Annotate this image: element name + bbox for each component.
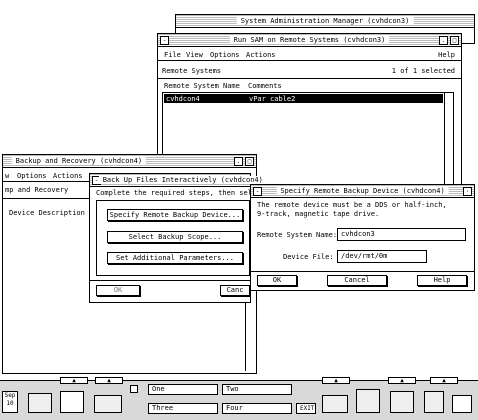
remote-menubar: File View Options Actions Help xyxy=(158,48,461,61)
calendar-icon[interactable]: Sep 10 xyxy=(2,391,18,413)
subpanel-arrow-icon[interactable]: ▲ xyxy=(95,377,123,384)
subpanel-arrow-icon[interactable]: ▲ xyxy=(322,377,350,384)
backup-heading: mp and Recovery xyxy=(5,186,69,194)
device-file-field[interactable]: /dev/rmt/0m xyxy=(337,250,427,263)
column-device-description: Device Description xyxy=(9,209,85,217)
workspace-one[interactable]: One xyxy=(148,384,218,395)
maximize-icon[interactable]: □ xyxy=(450,36,459,45)
minimize-icon[interactable]: . xyxy=(234,157,243,166)
text-editor-icon[interactable] xyxy=(60,391,84,413)
file-manager-icon[interactable] xyxy=(28,393,52,413)
column-comments: Comments xyxy=(248,82,282,90)
select-scope-button[interactable]: Select Backup Scope... xyxy=(107,231,243,243)
interactive-titlebar[interactable]: - Back Up Files Interactively (cvhdcon4) xyxy=(90,174,267,187)
minimize-icon[interactable]: . xyxy=(439,36,448,45)
device-file-label: Device File: xyxy=(283,253,334,261)
column-system-name: Remote System Name xyxy=(164,82,240,90)
menu-options[interactable]: Options xyxy=(210,51,240,59)
steps-frame: Specify Remote Backup Device... Select B… xyxy=(96,200,250,276)
menu-actions[interactable]: Actions xyxy=(246,51,276,59)
mail-icon[interactable] xyxy=(94,395,122,413)
system-name-field[interactable]: cvhdcon3 xyxy=(337,228,466,241)
row-system-name: cvhdcon4 xyxy=(166,95,200,103)
workspace-three[interactable]: Three xyxy=(148,403,218,414)
cancel-button[interactable]: Canc xyxy=(220,285,250,296)
front-panel: ▲ ▲ ▲ ▲ ▲ Sep 10 One Two Three Four EXIT xyxy=(0,377,478,420)
selection-count: 1 of 1 selected xyxy=(391,67,455,75)
help-button[interactable]: Help xyxy=(417,275,467,286)
lock-icon[interactable] xyxy=(130,385,138,393)
interactive-title: Back Up Files Interactively (cvhdcon4) xyxy=(98,176,267,184)
separator xyxy=(251,271,474,272)
subpanel-arrow-icon[interactable]: ▲ xyxy=(388,377,416,384)
maximize-icon[interactable]: □ xyxy=(245,157,254,166)
printer-icon[interactable] xyxy=(322,395,348,413)
specify-device-button[interactable]: Specify Remote Backup Device... xyxy=(107,209,243,221)
backup-titlebar[interactable]: Backup and Recovery (cvhdcon4) . □ xyxy=(3,155,256,168)
device-description-2: 9-track, magnetic tape drive. xyxy=(257,210,380,218)
cancel-button[interactable]: Cancel xyxy=(327,275,387,286)
window-menu-icon[interactable]: - xyxy=(160,36,169,45)
remote-titlebar[interactable]: - Run SAM on Remote Systems (cvhdcon3) .… xyxy=(158,34,461,47)
date-month: Sep xyxy=(4,392,16,399)
date-day: 10 xyxy=(6,400,14,407)
ok-button[interactable]: OK xyxy=(257,275,297,286)
device-description-1: The remote device must be a DDS or half-… xyxy=(257,201,447,209)
instruction-text: Complete the required steps, then sele xyxy=(96,189,257,197)
menu-view[interactable]: w xyxy=(5,172,9,180)
remote-title: Run SAM on Remote Systems (cvhdcon3) xyxy=(229,36,390,44)
application-manager-icon[interactable] xyxy=(390,391,414,413)
backup-title: Backup and Recovery (cvhdcon4) xyxy=(11,157,147,165)
style-manager-icon[interactable] xyxy=(356,389,380,413)
close-icon[interactable]: · xyxy=(463,187,472,196)
separator xyxy=(158,78,461,79)
subpanel-arrow-icon[interactable]: ▲ xyxy=(60,377,88,384)
workspace-two[interactable]: Two xyxy=(222,384,292,395)
menu-actions[interactable]: Actions xyxy=(53,172,83,180)
sam-titlebar[interactable]: System Administration Manager (cvhdcon3) xyxy=(176,15,474,28)
exit-button[interactable]: EXIT xyxy=(296,403,316,414)
list-title: Remote Systems xyxy=(162,67,222,75)
device-title: Specify Remote Backup Device (cvhdcon4) xyxy=(276,187,449,195)
subpanel-arrow-icon[interactable]: ▲ xyxy=(430,377,458,384)
menu-view[interactable]: View xyxy=(186,51,203,59)
interactive-window: - Back Up Files Interactively (cvhdcon4)… xyxy=(89,173,267,303)
device-titlebar[interactable]: - Specify Remote Backup Device (cvhdcon4… xyxy=(251,185,474,198)
workspace-four[interactable]: Four xyxy=(222,403,292,414)
ok-button[interactable]: OK xyxy=(96,285,140,296)
menu-file[interactable]: File xyxy=(164,51,181,59)
system-name-label: Remote System Name: xyxy=(257,231,338,239)
table-row[interactable]: cvhdcon4 vPar cable2 xyxy=(164,94,443,103)
sam-title: System Administration Manager (cvhdcon3) xyxy=(236,17,414,25)
trash-icon[interactable] xyxy=(452,395,472,413)
separator xyxy=(90,280,250,281)
row-comment: vPar cable2 xyxy=(249,95,296,103)
window-menu-icon[interactable]: - xyxy=(253,187,262,196)
performance-meter-icon[interactable] xyxy=(424,391,444,413)
device-window: - Specify Remote Backup Device (cvhdcon4… xyxy=(250,184,475,291)
menu-options[interactable]: Options xyxy=(17,172,47,180)
menu-help[interactable]: Help xyxy=(438,51,455,59)
additional-params-button[interactable]: Set Additional Parameters... xyxy=(107,252,243,264)
